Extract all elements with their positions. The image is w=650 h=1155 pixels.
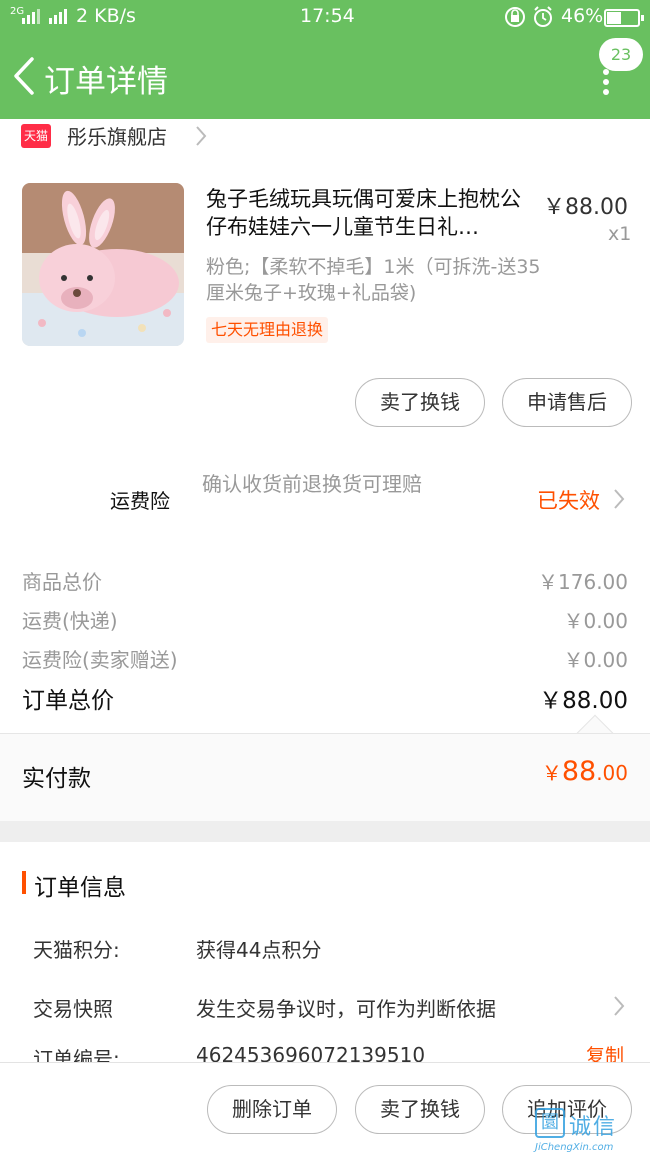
battery-icon	[604, 9, 644, 27]
after-sale-button[interactable]: 申请售后	[502, 378, 632, 427]
paid-currency: ￥	[541, 761, 562, 785]
battery-percent: 46%	[561, 5, 604, 27]
tmall-points-value: 获得44点积分	[196, 938, 322, 962]
shipping-insurance-desc: 确认收货前退换货可理赔	[202, 472, 422, 496]
actual-paid-section: 实付款 ￥88.00	[0, 733, 650, 821]
product-quantity: x1	[608, 223, 632, 245]
sell-for-cash-button-bottom[interactable]: 卖了换钱	[355, 1085, 485, 1134]
product-sku: 粉色;【柔软不掉毛】1米（可拆洗-送35厘米兔子+玫瑰+礼品袋)	[206, 256, 541, 304]
trade-snapshot-label[interactable]: 交易快照	[33, 993, 113, 1022]
actual-paid-label: 实付款	[22, 766, 91, 792]
paid-amount-dec: .00	[596, 761, 628, 785]
network-speed: 2 KB/s	[76, 5, 136, 27]
chevron-right-icon[interactable]	[612, 487, 626, 511]
paid-amount-int: 88	[561, 756, 597, 787]
watermark-url: JiChengXin.com	[535, 1142, 614, 1153]
sell-for-cash-button[interactable]: 卖了换钱	[355, 378, 485, 427]
top-header: 2G 2 KB/s 17:54 46% 订单详情 23	[0, 0, 650, 119]
shipping-insurance-label: 运费险	[110, 489, 170, 513]
section-divider	[0, 821, 650, 842]
subtotal-value: ￥176.00	[538, 570, 628, 594]
order-info-title: 订单信息	[34, 875, 126, 901]
shipping-fee-value: ￥0.00	[563, 609, 628, 633]
page-title: 订单详情	[44, 64, 168, 100]
chevron-right-icon[interactable]	[612, 994, 626, 1018]
shipping-fee-label: 运费(快递)	[22, 609, 118, 633]
product-title[interactable]: 兔子毛绒玩具玩偶可爱床上抱枕公仔布娃娃六一儿童节生日礼…	[206, 185, 540, 241]
tmall-logo: 天猫	[21, 124, 51, 148]
delete-order-button[interactable]: 删除订单	[207, 1085, 337, 1134]
lock-alarm-icon	[505, 6, 552, 27]
section-accent-bar	[22, 871, 26, 894]
shop-name: 彤乐旗舰店	[67, 125, 167, 149]
subtotal-label: 商品总价	[22, 570, 102, 594]
return-policy-tag: 七天无理由退换	[206, 317, 329, 343]
insurance-fee-label: 运费险(卖家赠送)	[22, 648, 178, 672]
product-image[interactable]	[22, 183, 184, 346]
actual-paid-value: ￥88.00	[542, 756, 628, 787]
more-menu-icon[interactable]	[597, 69, 617, 95]
order-total-label: 订单总价	[22, 688, 114, 714]
back-arrow-icon[interactable]	[8, 55, 40, 97]
site-watermark: 圜 诚信 JiChengXin.com	[535, 1108, 650, 1155]
shipping-insurance-status[interactable]: 已失效	[537, 485, 600, 515]
signal-icon	[22, 9, 67, 24]
status-bar: 2G 2 KB/s 17:54 46%	[0, 0, 650, 36]
watermark-text: 诚信	[569, 1115, 618, 1140]
watermark-logo: 圜	[535, 1108, 565, 1138]
product-price: ￥88.00	[543, 195, 628, 220]
message-count-badge[interactable]: 23	[599, 38, 643, 71]
chevron-right-icon	[196, 126, 207, 146]
trade-snapshot-value[interactable]: 发生交易争议时，可作为判断依据	[196, 993, 496, 1022]
clock: 17:54	[300, 5, 355, 27]
insurance-fee-value: ￥0.00	[563, 648, 628, 672]
tmall-points-label: 天猫积分:	[33, 938, 120, 962]
order-total-value: ￥88.00	[539, 688, 628, 714]
shop-row[interactable]: 天猫 彤乐旗舰店	[0, 119, 650, 155]
